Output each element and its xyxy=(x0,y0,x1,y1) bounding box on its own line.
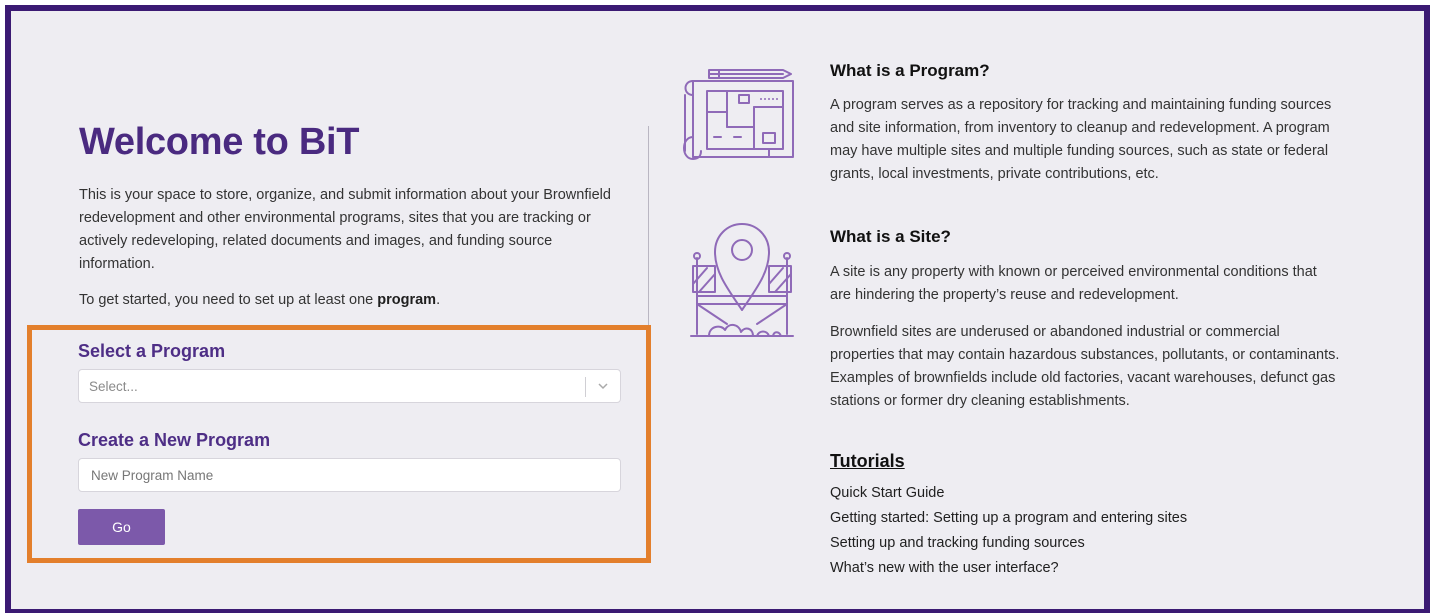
blueprint-icon xyxy=(683,69,794,160)
welcome-section: Welcome to BiT This is your space to sto… xyxy=(79,121,629,312)
page-title: Welcome to BiT xyxy=(79,121,360,163)
tutorial-link-whats-new[interactable]: What’s new with the user interface? xyxy=(830,556,1187,581)
tutorial-link-quick-start[interactable]: Quick Start Guide xyxy=(830,481,1187,506)
get-started-bold: program xyxy=(377,292,437,308)
get-started-text: To get started, you need to set up at le… xyxy=(79,289,629,312)
site-location-icon xyxy=(690,223,794,337)
program-info: What is a Program? A program serves as a… xyxy=(830,61,1340,186)
welcome-intro: This is your space to store, organize, a… xyxy=(79,187,611,272)
go-button[interactable]: Go xyxy=(78,509,165,545)
program-info-title: What is a Program? xyxy=(830,61,990,80)
create-program-label: Create a New Program xyxy=(78,430,271,450)
chevron-down-icon[interactable] xyxy=(596,378,610,394)
get-started-prefix: To get started, you need to set up at le… xyxy=(79,292,378,308)
site-info-text-1: A site is any property with known or per… xyxy=(830,264,1317,303)
get-started-suffix: . xyxy=(436,292,441,308)
tutorials-list: Quick Start Guide Getting started: Setti… xyxy=(830,481,1187,581)
site-info-title: What is a Site? xyxy=(830,227,951,246)
select-separator xyxy=(585,377,586,397)
tutorials-title: Tutorials xyxy=(830,451,905,471)
vertical-divider xyxy=(648,126,649,326)
program-select[interactable]: Select... xyxy=(78,369,621,403)
new-program-name-input[interactable] xyxy=(78,458,621,492)
program-select-placeholder: Select... xyxy=(89,379,138,394)
program-info-text: A program serves as a repository for tra… xyxy=(830,97,1332,182)
tutorial-link-getting-started[interactable]: Getting started: Setting up a program an… xyxy=(830,506,1187,531)
site-info: What is a Site? A site is any property w… xyxy=(830,227,1340,413)
page-frame: Welcome to BiT This is your space to sto… xyxy=(5,5,1430,613)
tutorial-link-funding-sources[interactable]: Setting up and tracking funding sources xyxy=(830,531,1187,556)
site-info-text-2: Brownfield sites are underused or abando… xyxy=(830,324,1340,409)
select-program-label: Select a Program xyxy=(78,341,226,361)
